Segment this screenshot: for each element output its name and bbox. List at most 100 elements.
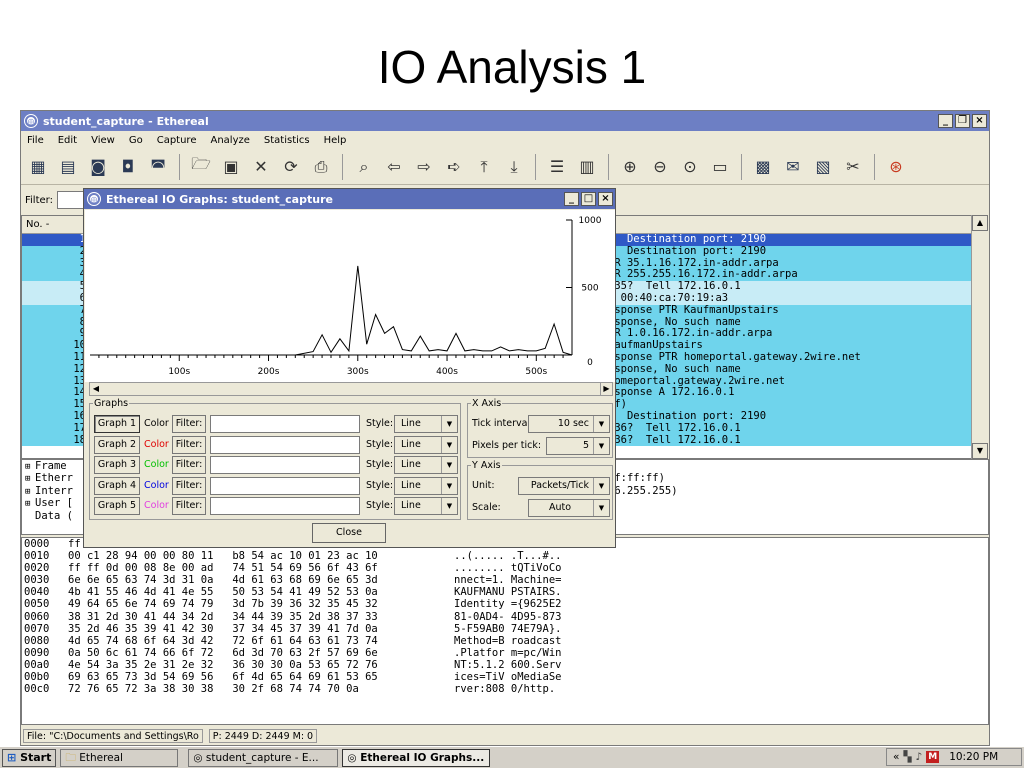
scroll-right-icon[interactable]: ▶ <box>600 383 612 395</box>
tick-interval-select[interactable]: 10 sec ▼ <box>528 415 610 433</box>
graph-filter-input[interactable] <box>210 435 360 454</box>
colorize-icon[interactable]: ☰ <box>544 154 570 180</box>
graph-filter-input[interactable] <box>210 476 360 495</box>
menu-go[interactable]: Go <box>129 135 143 146</box>
tray-app-badge[interactable]: M <box>926 751 940 763</box>
hex-row[interactable]: 0090 0a 50 6c 61 74 66 6f 72 6d 3d 70 63 … <box>22 647 988 659</box>
zoom-in-icon[interactable]: ⊕ <box>617 154 643 180</box>
graph-style-select[interactable]: Line ▼ <box>394 497 458 515</box>
menu-analyze[interactable]: Analyze <box>210 135 249 146</box>
hex-row[interactable]: 0040 4b 41 55 46 4d 41 4e 55 50 53 54 41 … <box>22 586 988 598</box>
taskbar-item-io-graphs[interactable]: ◎ Ethereal IO Graphs... <box>342 748 491 767</box>
graph-toggle-button[interactable]: Graph 3 <box>94 456 140 474</box>
start-capture-icon[interactable]: ◙ <box>85 154 111 180</box>
scroll-down-icon[interactable]: ▼ <box>972 443 988 459</box>
zoom-out-icon[interactable]: ⊖ <box>647 154 673 180</box>
unit-select[interactable]: Packets/Tick ▼ <box>518 477 610 495</box>
restore-button[interactable]: ❐ <box>955 114 970 128</box>
main-titlebar[interactable]: ◎ student_capture - Ethereal _ ❐ × <box>21 111 989 131</box>
find-icon[interactable]: ⌕ <box>351 154 377 180</box>
scroll-up-icon[interactable]: ▲ <box>972 215 988 231</box>
chevron-down-icon[interactable]: ▼ <box>441 457 457 473</box>
graph-filter-button[interactable]: Filter: <box>172 435 206 454</box>
last-packet-icon[interactable]: ⤓ <box>501 154 527 180</box>
hex-row[interactable]: 0060 38 31 2d 30 41 44 34 2d 34 44 39 35 … <box>22 611 988 623</box>
filter-label[interactable]: Filter: <box>25 195 53 206</box>
chevron-down-icon[interactable]: ▼ <box>441 477 457 494</box>
menu-edit[interactable]: Edit <box>58 135 77 146</box>
chevron-down-icon[interactable]: ▼ <box>593 438 609 454</box>
preferences-icon[interactable]: ✂ <box>840 154 866 180</box>
hex-row[interactable]: 0030 6e 6e 65 63 74 3d 31 0a 4d 61 63 68 … <box>22 574 988 586</box>
hex-row[interactable]: 00a0 4e 54 3a 35 2e 31 2e 32 36 30 30 0a … <box>22 659 988 671</box>
hex-dump-pane[interactable]: 0000 ff 0010 00 c1 28 94 00 00 80 11 b8 54 … <box>21 537 989 725</box>
graph-filter-button[interactable]: Filter: <box>172 476 206 495</box>
volume-icon[interactable]: ♪ <box>916 749 923 765</box>
network-icon[interactable]: ▚ <box>903 749 911 765</box>
graph-filter-input[interactable] <box>210 415 360 433</box>
go-to-packet-icon[interactable]: ➪ <box>441 154 467 180</box>
start-button[interactable]: ⊞ Start <box>2 748 57 767</box>
graph-filter-button[interactable]: Filter: <box>172 497 206 515</box>
packet-list-scrollbar[interactable]: ▲ ▼ <box>971 215 989 459</box>
graph-toggle-button[interactable]: Graph 2 <box>94 435 140 454</box>
hex-row[interactable]: 0080 4d 65 74 68 6f 64 3d 42 72 6f 61 64 … <box>22 635 988 647</box>
graph-filter-input[interactable] <box>210 497 360 515</box>
capture-options-icon[interactable]: ▤ <box>55 154 81 180</box>
graph-horizontal-scrollbar[interactable]: ◀ ▶ <box>89 382 613 396</box>
back-icon[interactable]: ⇦ <box>381 154 407 180</box>
help-lifebuoy-icon[interactable]: ⊛ <box>883 154 909 180</box>
coloring-rules-icon[interactable]: ▧ <box>810 154 836 180</box>
first-packet-icon[interactable]: ⤒ <box>471 154 497 180</box>
open-folder-icon[interactable]: 🗁 <box>188 154 214 180</box>
io-dialog-titlebar[interactable]: ◎ Ethereal IO Graphs: student_capture _ … <box>84 189 615 209</box>
graph-style-select[interactable]: Line ▼ <box>394 435 458 454</box>
save-icon[interactable]: ▣ <box>218 154 244 180</box>
close-file-icon[interactable]: ✕ <box>248 154 274 180</box>
taskbar-item-ethereal[interactable]: 🗀 Ethereal <box>60 748 179 767</box>
chevron-down-icon[interactable]: ▼ <box>441 436 457 453</box>
scale-select[interactable]: Auto ▼ <box>528 499 610 517</box>
display-filters-icon[interactable]: ✉ <box>780 154 806 180</box>
stop-capture-icon[interactable]: ◘ <box>115 154 141 180</box>
auto-scroll-icon[interactable]: ▥ <box>574 154 600 180</box>
dialog-close-button[interactable]: × <box>598 192 613 206</box>
scroll-left-icon[interactable]: ◀ <box>90 383 102 395</box>
menu-help[interactable]: Help <box>324 135 347 146</box>
hex-row[interactable]: 0020 ff ff 0d 00 08 8e 00 ad 74 51 54 69 … <box>22 562 988 574</box>
chevron-down-icon[interactable]: ▼ <box>593 416 609 432</box>
tray-expand-icon[interactable]: « <box>893 749 899 765</box>
graph-style-select[interactable]: Line ▼ <box>394 415 458 433</box>
graph-toggle-button[interactable]: Graph 5 <box>94 497 140 515</box>
graph-filter-input[interactable] <box>210 456 360 474</box>
minimize-button[interactable]: _ <box>938 114 953 128</box>
hex-row[interactable]: 0010 00 c1 28 94 00 00 80 11 b8 54 ac 10 … <box>22 550 988 562</box>
pixels-per-tick-select[interactable]: 5 ▼ <box>546 437 610 455</box>
graph-filter-button[interactable]: Filter: <box>172 415 206 433</box>
taskbar-item-student-capture[interactable]: ◎ student_capture - E... <box>188 748 339 767</box>
dialog-minimize-button[interactable]: _ <box>564 192 579 206</box>
graph-toggle-button[interactable]: Graph 1 <box>94 415 140 433</box>
menu-view[interactable]: View <box>91 135 115 146</box>
capture-filters-icon[interactable]: ▩ <box>750 154 776 180</box>
reload-icon[interactable]: ⟳ <box>278 154 304 180</box>
graph-filter-button[interactable]: Filter: <box>172 456 206 474</box>
close-button[interactable]: Close <box>312 523 386 543</box>
menu-capture[interactable]: Capture <box>157 135 197 146</box>
graph-style-select[interactable]: Line ▼ <box>394 476 458 495</box>
hex-row[interactable]: 0050 49 64 65 6e 74 69 74 79 3d 7b 39 36 … <box>22 598 988 610</box>
forward-icon[interactable]: ⇨ <box>411 154 437 180</box>
chevron-down-icon[interactable]: ▼ <box>441 416 457 432</box>
interfaces-icon[interactable]: ▦ <box>25 154 51 180</box>
hex-row[interactable]: 00b0 69 63 65 73 3d 54 69 56 6f 4d 65 64 … <box>22 671 988 683</box>
close-window-button[interactable]: × <box>972 114 987 128</box>
graph-toggle-button[interactable]: Graph 4 <box>94 476 140 495</box>
zoom-normal-icon[interactable]: ⊙ <box>677 154 703 180</box>
hex-row[interactable]: 00c0 72 76 65 72 3a 38 30 38 30 2f 68 74 … <box>22 683 988 695</box>
print-icon[interactable]: ⎙ <box>308 154 334 180</box>
chevron-down-icon[interactable]: ▼ <box>593 478 609 494</box>
resize-columns-icon[interactable]: ▭ <box>707 154 733 180</box>
hex-row[interactable]: 0070 35 2d 46 35 39 41 42 30 37 34 45 37 … <box>22 623 988 635</box>
graph-style-select[interactable]: Line ▼ <box>394 456 458 474</box>
chevron-down-icon[interactable]: ▼ <box>593 500 609 516</box>
